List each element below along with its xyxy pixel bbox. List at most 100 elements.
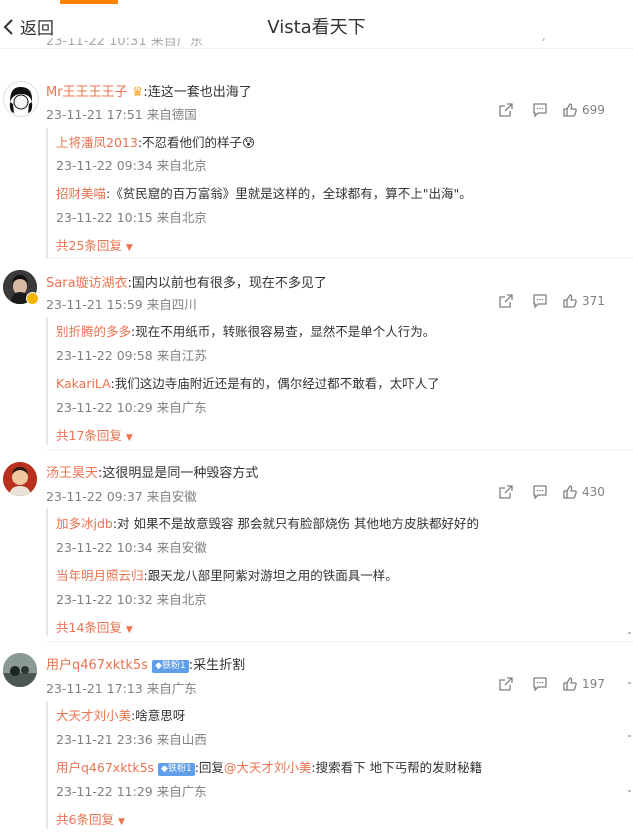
reply-item: 招财美喵:《贫民窟的百万富翁》里就是这样的，全球都有，算不上"出海"。 <box>56 183 472 202</box>
divider <box>46 450 633 451</box>
reply-meta: 23-11-22 10:29 来自广东 <box>56 397 207 416</box>
avatar[interactable] <box>3 653 37 687</box>
more-replies-label: 共14条回复 <box>56 620 122 635</box>
reply-source: 来自江苏 <box>156 348 207 363</box>
like-icon[interactable] <box>562 102 578 118</box>
comment-text: :这很明显是同一种毁容方式 <box>98 466 259 481</box>
comment-body: 用户q467xktk5s ◆铁粉1:采生折割 <box>46 654 245 673</box>
reply-username[interactable]: 当年明月照云归 <box>56 568 144 583</box>
reply-source: 来自山西 <box>156 732 207 747</box>
scroll-marker <box>628 735 631 737</box>
comment-icon[interactable] <box>532 676 548 692</box>
reply-item: 别折腾的多多:现在不用纸币，转账很容易查，显然不是单个人行为。 <box>56 321 435 340</box>
mention-link[interactable]: @大天才刘小美 <box>224 760 312 775</box>
reply-meta: 23-11-22 11:29 来自广东 <box>56 781 207 800</box>
comment-icon[interactable] <box>532 102 548 118</box>
reply-username[interactable]: KakariLA <box>56 376 111 391</box>
reply-username[interactable]: 上将潘凤2013 <box>56 135 138 150</box>
reply-source: 来自安徽 <box>156 540 207 555</box>
comment-username[interactable]: 用户q467xktk5s <box>46 658 148 673</box>
comment-time: 23-11-21 15:59 <box>46 297 143 312</box>
reply-meta: 23-11-22 09:34 来自北京 <box>56 155 207 174</box>
partial-row-time: 23-11-22 10:31 来自广东 <box>46 38 203 48</box>
more-replies-link[interactable]: 共6条回复 ▼ <box>56 809 125 828</box>
reply-time: 23-11-22 10:34 <box>56 540 153 555</box>
comment-icon[interactable] <box>532 293 548 309</box>
scroll-marker <box>628 632 631 634</box>
reply-username[interactable]: 用户q467xktk5s <box>56 760 154 775</box>
reply-username[interactable]: 别折腾的多多 <box>56 324 131 339</box>
reply-time: 23-11-22 09:58 <box>56 348 153 363</box>
reply-item: 上将潘凤2013:不忍看他们的样子😰 <box>56 132 255 151</box>
reply-source: 来自北京 <box>156 158 207 173</box>
reply-username[interactable]: 招财美喵 <box>56 186 106 201</box>
crown-icon: ♛ <box>131 85 144 100</box>
like-count: 371 <box>582 294 605 308</box>
reply-box: 加多冰jdb:对 如果不是故意毁容 那会就只有脸部烧伤 其他地方皮肤都好好的 2… <box>46 508 608 636</box>
reply-time: 23-11-22 11:29 <box>56 784 153 799</box>
reply-text: :我们这边寺庙附近还是有的，偶尔经过都不敢看，太吓人了 <box>110 376 440 391</box>
comment-actions: 699 <box>498 102 605 118</box>
comment-actions: 371 <box>498 293 605 309</box>
reply-username[interactable]: 加多冰jdb <box>56 516 113 531</box>
more-replies-link[interactable]: 共25条回复 ▼ <box>56 235 133 254</box>
reply-item: 大天才刘小美:啥意思呀 <box>56 705 185 724</box>
like-count: 430 <box>582 485 605 499</box>
more-replies-link[interactable]: 共17条回复 ▼ <box>56 425 133 444</box>
caret-down-icon: ▼ <box>125 625 133 635</box>
reply-source: 来自广东 <box>156 784 207 799</box>
avatar[interactable] <box>3 462 37 496</box>
share-icon[interactable] <box>498 484 514 500</box>
more-replies-label: 共25条回复 <box>56 238 122 253</box>
comment-source: 来自德国 <box>146 107 197 122</box>
reply-username[interactable]: 大天才刘小美 <box>56 708 131 723</box>
share-icon[interactable] <box>498 676 514 692</box>
reply-time: 23-11-22 10:32 <box>56 592 153 607</box>
comment-body: 汤王昊天:这很明显是同一种毁容方式 <box>46 462 258 481</box>
reply-meta: 23-11-22 10:32 来自北京 <box>56 589 207 608</box>
like-icon[interactable] <box>562 676 578 692</box>
reply-prefix: :回复 <box>194 760 224 775</box>
comment-body: Mr王王王王子 ♛:连这一套也出海了 <box>46 81 252 100</box>
comment-meta: 23-11-21 15:59 来自四川 <box>46 294 197 313</box>
comment-username[interactable]: Mr王王王王子 <box>46 85 128 100</box>
comment-text: :采生折割 <box>188 658 246 673</box>
caret-down-icon: ▼ <box>125 433 133 443</box>
comment-actions: 197 <box>498 676 605 692</box>
comment-username[interactable]: 汤王昊天 <box>46 466 98 481</box>
comment-username[interactable]: Sara璇访湖衣 <box>46 276 128 291</box>
reply-time: 23-11-21 23:36 <box>56 732 153 747</box>
scroll-indicator <box>60 0 118 4</box>
reply-box: 别折腾的多多:现在不用纸币，转账很容易查，显然不是单个人行为。 23-11-22… <box>46 317 608 445</box>
reply-meta: 23-11-21 23:36 来自山西 <box>56 729 207 748</box>
more-replies-link[interactable]: 共14条回复 ▼ <box>56 617 133 636</box>
comment-actions: 430 <box>498 484 605 500</box>
reply-source: 来自广东 <box>156 400 207 415</box>
reply-meta: 23-11-22 10:34 来自安徽 <box>56 537 207 556</box>
reply-text: :啥意思呀 <box>131 708 186 723</box>
reply-item: 加多冰jdb:对 如果不是故意毁容 那会就只有脸部烧伤 其他地方皮肤都好好的 <box>56 513 479 532</box>
comment-icon[interactable] <box>532 484 548 500</box>
page-title: Vista看天下 <box>267 17 366 38</box>
fan-badge: ◆铁粉1 <box>152 660 189 673</box>
reply-source: 来自北京 <box>156 592 207 607</box>
reply-text: :跟天龙八部里阿紫对游坦之用的铁面具一样。 <box>143 568 398 583</box>
reply-time: 23-11-22 10:29 <box>56 400 153 415</box>
reply-item: 用户q467xktk5s ◆铁粉1:回复@大天才刘小美:搜索看下 地下丐帮的发财… <box>56 757 482 776</box>
more-replies-label: 共6条回复 <box>56 812 114 827</box>
reply-text: :现在不用纸币，转账很容易查，显然不是单个人行为。 <box>131 324 436 339</box>
reply-source: 来自北京 <box>156 210 207 225</box>
caret-down-icon: ▼ <box>125 243 133 253</box>
fan-badge: ◆铁粉1 <box>158 763 195 776</box>
scroll-marker <box>628 790 631 792</box>
comment-time: 23-11-21 17:13 <box>46 681 143 696</box>
reply-meta: 23-11-22 09:58 来自江苏 <box>56 345 207 364</box>
share-icon[interactable] <box>498 293 514 309</box>
reply-time: 23-11-22 09:34 <box>56 158 153 173</box>
avatar[interactable] <box>3 81 39 117</box>
comment-body: Sara璇访湖衣:国内以前也有很多，现在不多见了 <box>46 272 327 291</box>
like-count: 197 <box>582 677 605 691</box>
share-icon[interactable] <box>498 102 514 118</box>
like-icon[interactable] <box>562 484 578 500</box>
like-icon[interactable] <box>562 293 578 309</box>
